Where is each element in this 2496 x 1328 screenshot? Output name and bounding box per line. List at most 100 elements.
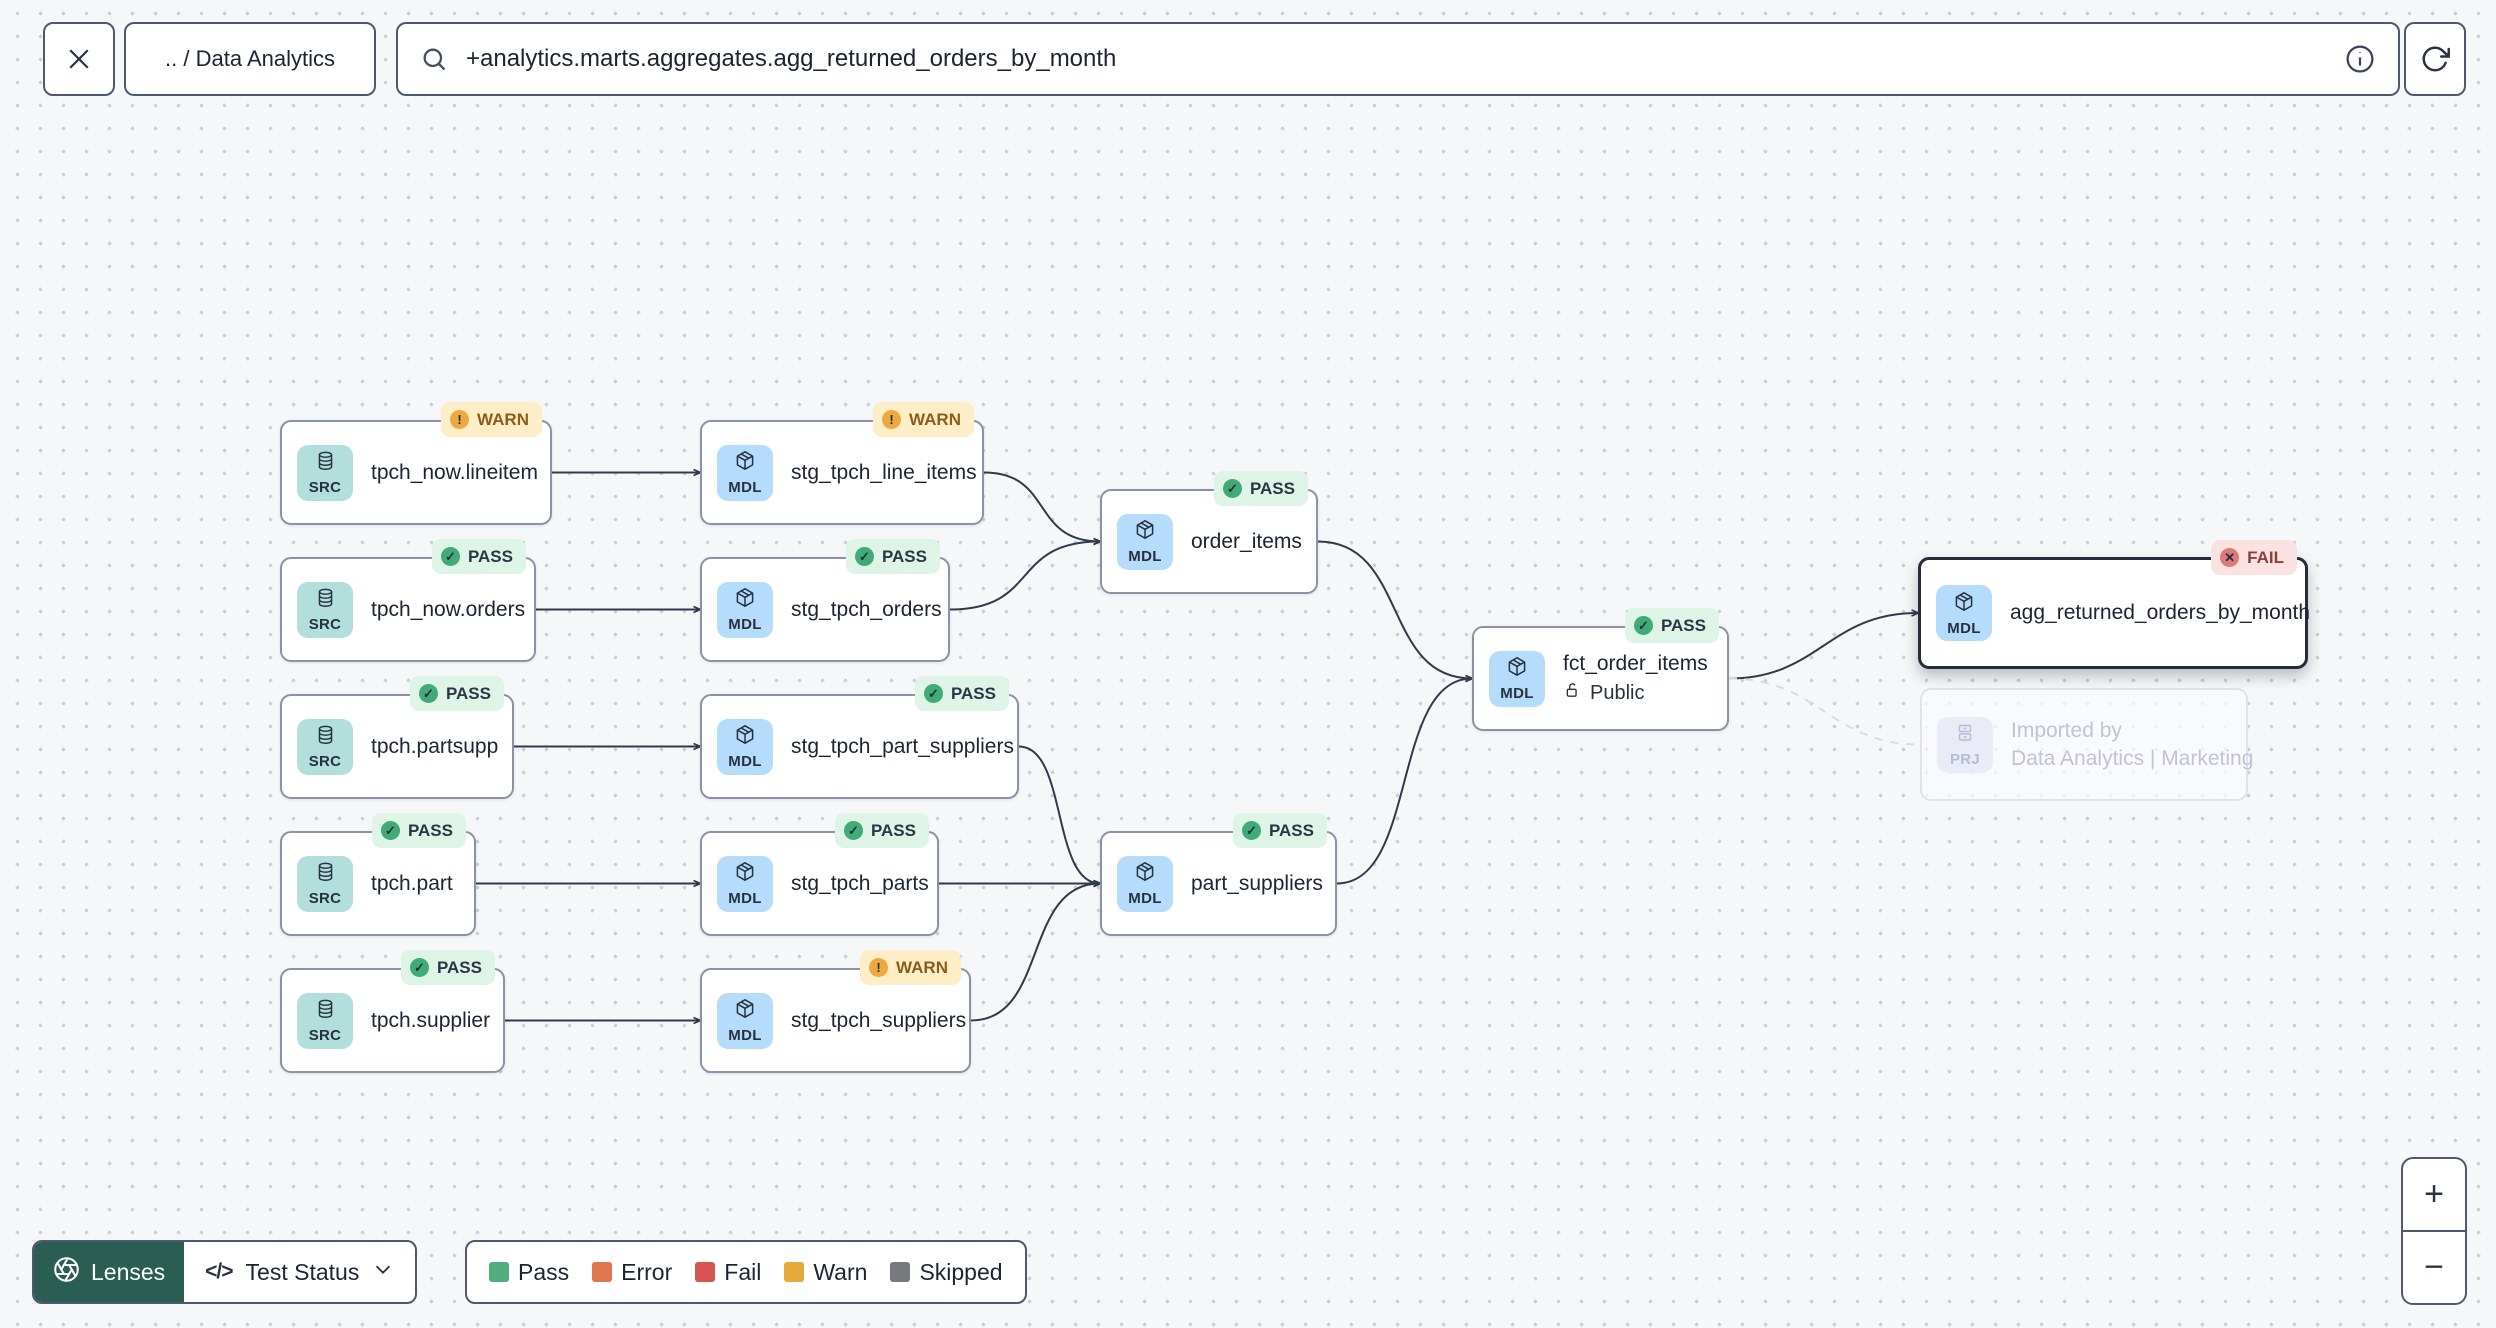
lineage-edge	[949, 537, 1103, 611]
legend-swatch	[890, 1262, 911, 1282]
node-label: Imported by	[2011, 718, 2122, 742]
node-type-chip: SRC	[297, 718, 353, 775]
zoom-out-button[interactable]: −	[2403, 1230, 2465, 1303]
legend-swatch	[695, 1262, 716, 1282]
node-text: stg_tpch_part_suppliers	[791, 735, 1014, 759]
node-label: order_items	[1191, 529, 1302, 553]
node-label: stg_tpch_part_suppliers	[791, 734, 1014, 758]
status-badge: ✕ FAIL	[2211, 540, 2297, 575]
test-status-dropdown[interactable]: </> Test Status	[184, 1242, 415, 1302]
lens-control: Lenses </> Test Status	[32, 1240, 418, 1304]
zoom-in-button[interactable]: +	[2403, 1159, 2465, 1230]
node-text: stg_tpch_suppliers	[791, 1009, 966, 1033]
cube-icon	[1952, 590, 1976, 619]
status-label: PASS	[881, 546, 927, 566]
graph-node-stg_line_items[interactable]: ! WARN MDL stg_tpch_line_items	[700, 402, 984, 525]
database-icon	[314, 998, 337, 1026]
node-label: fct_order_items	[1563, 651, 1708, 675]
status-dot-icon: !	[450, 410, 470, 429]
status-badge: ✓ PASS	[371, 813, 466, 848]
node-label: tpch.partsupp	[371, 734, 499, 758]
node-type-chip: MDL	[717, 855, 773, 912]
graph-node-src_supplier[interactable]: ✓ PASS SRC tpch.supplier	[280, 950, 505, 1073]
node-text: stg_tpch_orders	[791, 598, 942, 622]
status-label: PASS	[1660, 615, 1706, 635]
node-type-label: MDL	[728, 890, 762, 907]
node-label: tpch.part	[371, 871, 453, 895]
breadcrumb-label: .. / Data Analytics	[165, 46, 335, 71]
graph-node-prj_import: PRJ Imported by Data Analytics | Marketing	[1920, 688, 2253, 801]
lineage-edge	[1728, 609, 1921, 680]
status-dot-icon: ✓	[1633, 616, 1653, 635]
search-bar	[396, 22, 2400, 96]
node-label: stg_tpch_orders	[791, 597, 942, 621]
breadcrumb[interactable]: .. / Data Analytics	[124, 22, 376, 96]
chevron-down-icon	[372, 1258, 394, 1286]
graph-node-order_items[interactable]: ✓ PASS MDL order_items	[1100, 471, 1318, 594]
status-dot-icon: ✓	[843, 821, 863, 840]
lenses-button[interactable]: Lenses	[34, 1242, 185, 1302]
node-type-label: PRJ	[1949, 751, 1981, 768]
node-type-chip: MDL	[1489, 650, 1545, 707]
status-label: PASS	[870, 820, 916, 840]
node-type-chip: PRJ	[1937, 716, 1993, 773]
status-badge: ✓ PASS	[914, 676, 1009, 711]
cube-icon	[733, 586, 757, 615]
status-label: PASS	[1268, 820, 1314, 840]
legend-item-pass: Pass	[489, 1259, 569, 1286]
zoom-control: + −	[2401, 1157, 2467, 1305]
node-text: order_items	[1191, 530, 1302, 554]
status-label: PASS	[407, 820, 453, 840]
node-type-label: MDL	[1128, 548, 1162, 565]
status-dot-icon: ✓	[1222, 479, 1242, 498]
graph-node-stg_part_suppliers[interactable]: ✓ PASS MDL stg_tpch_part_suppliers	[700, 676, 1019, 799]
cube-icon	[1505, 655, 1529, 684]
legend-item-skipped: Skipped	[890, 1258, 1003, 1286]
status-dot-icon: ✓	[409, 958, 429, 977]
status-label: PASS	[467, 546, 513, 566]
legend-item-error: Error	[592, 1259, 672, 1286]
lineage-edge	[983, 471, 1103, 546]
node-type-chip: SRC	[297, 855, 353, 912]
node-text: Imported by Data Analytics | Marketing	[2011, 719, 2253, 771]
close-button[interactable]	[43, 22, 115, 96]
refresh-button[interactable]	[2404, 22, 2466, 96]
graph-node-part_suppliers[interactable]: ✓ PASS MDL part_suppliers	[1100, 813, 1337, 936]
node-type-label: MDL	[728, 1027, 762, 1044]
lineage-edge	[1317, 540, 1475, 683]
close-icon	[64, 44, 94, 74]
node-type-label: MDL	[728, 479, 762, 496]
graph-node-src_partsupp[interactable]: ✓ PASS SRC tpch.partsupp	[280, 676, 514, 799]
node-label: stg_tpch_parts	[791, 871, 929, 895]
node-text: fct_order_items Public	[1563, 652, 1708, 706]
legend-label: Skipped	[919, 1258, 1003, 1285]
node-type-chip: MDL	[717, 992, 773, 1049]
graph-node-stg_suppliers[interactable]: ! WARN MDL stg_tpch_suppliers	[700, 950, 971, 1073]
graph-node-stg_parts[interactable]: ✓ PASS MDL stg_tpch_parts	[700, 813, 939, 936]
node-text: stg_tpch_parts	[791, 872, 929, 896]
info-icon[interactable]	[2344, 43, 2376, 75]
status-dot-icon: !	[869, 958, 889, 977]
status-badge: ✓ PASS	[1232, 813, 1327, 848]
aperture-icon	[53, 1256, 80, 1289]
database-icon	[314, 861, 337, 889]
graph-node-agg_returned[interactable]: ✕ FAIL MDL agg_returned_orders_by_month	[1918, 540, 2310, 669]
legend-item-fail: Fail	[695, 1259, 761, 1286]
search-icon	[420, 45, 448, 73]
status-badge: ! WARN	[860, 950, 961, 985]
lineage-edge	[1018, 745, 1103, 888]
graph-node-src_lineitem[interactable]: ! WARN SRC tpch_now.lineitem	[280, 402, 552, 525]
graph-node-src_part[interactable]: ✓ PASS SRC tpch.part	[280, 813, 476, 936]
lenses-label: Lenses	[91, 1258, 166, 1285]
node-type-chip: MDL	[717, 718, 773, 775]
graph-node-fct_order_items[interactable]: ✓ PASS MDL fct_order_items Public	[1472, 608, 1729, 731]
legend-swatch	[784, 1262, 805, 1282]
search-input[interactable]	[464, 44, 2328, 74]
graph-node-src_orders[interactable]: ✓ PASS SRC tpch_now.orders	[280, 539, 536, 662]
node-type-label: MDL	[728, 616, 762, 633]
status-dot-icon: ✓	[1241, 821, 1261, 840]
lineage-edge	[1728, 677, 1921, 746]
graph-node-stg_orders[interactable]: ✓ PASS MDL stg_tpch_orders	[700, 539, 950, 662]
node-type-label: SRC	[308, 615, 342, 633]
node-type-chip: MDL	[717, 444, 773, 501]
